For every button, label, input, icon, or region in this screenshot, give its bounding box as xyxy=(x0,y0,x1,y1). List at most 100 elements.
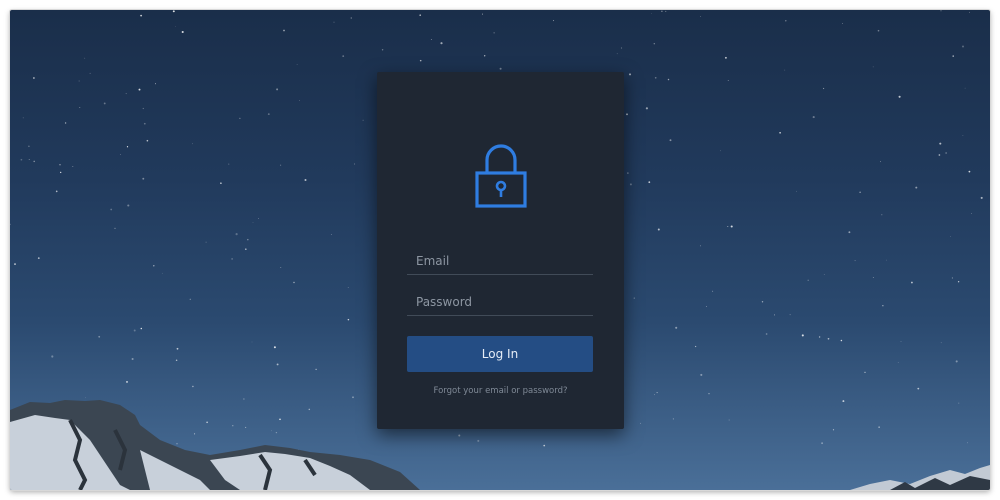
star xyxy=(189,298,191,300)
star xyxy=(142,107,144,110)
star xyxy=(727,80,729,81)
star xyxy=(330,234,332,235)
star xyxy=(940,10,942,12)
star xyxy=(667,78,670,81)
star xyxy=(308,408,311,411)
star xyxy=(629,183,632,186)
star xyxy=(244,248,247,251)
star xyxy=(176,347,179,350)
star xyxy=(37,257,40,259)
star xyxy=(807,279,809,282)
login-card: Log In Forgot your email or password? xyxy=(377,72,624,429)
star xyxy=(133,329,136,332)
star xyxy=(823,87,825,90)
star xyxy=(645,107,648,110)
star xyxy=(832,429,835,431)
star xyxy=(654,76,657,79)
star xyxy=(730,225,733,228)
star xyxy=(98,335,101,338)
star xyxy=(140,14,143,17)
star xyxy=(296,64,298,65)
star xyxy=(59,164,61,166)
star xyxy=(354,163,356,165)
star xyxy=(176,443,178,445)
star xyxy=(656,392,658,394)
star xyxy=(276,88,279,91)
star xyxy=(980,196,983,199)
star xyxy=(78,80,80,82)
star xyxy=(779,131,781,134)
star xyxy=(499,67,502,70)
star xyxy=(949,236,951,237)
star xyxy=(146,139,149,142)
star xyxy=(20,158,23,161)
star xyxy=(350,17,352,19)
star xyxy=(616,53,618,55)
star xyxy=(72,166,74,167)
star xyxy=(665,10,667,12)
star xyxy=(728,419,730,421)
star xyxy=(315,368,317,371)
star xyxy=(239,117,241,119)
star xyxy=(299,100,300,101)
login-button[interactable]: Log In xyxy=(407,336,593,372)
star xyxy=(938,154,941,156)
star xyxy=(298,449,299,450)
star xyxy=(280,267,282,269)
email-field[interactable] xyxy=(407,241,593,275)
star xyxy=(140,327,143,330)
star xyxy=(347,318,350,321)
star xyxy=(493,32,495,34)
star xyxy=(205,241,207,243)
star xyxy=(882,305,884,307)
star xyxy=(653,394,655,396)
star xyxy=(127,204,130,207)
star xyxy=(138,88,141,91)
star xyxy=(878,426,880,428)
star xyxy=(962,135,964,136)
star xyxy=(969,11,970,13)
star xyxy=(232,425,234,427)
star xyxy=(220,182,222,185)
star xyxy=(458,434,461,437)
star xyxy=(633,297,635,299)
star xyxy=(482,13,483,15)
star xyxy=(276,363,279,366)
star xyxy=(85,397,86,399)
star xyxy=(966,442,969,444)
star xyxy=(228,163,230,165)
background-scene: Log In Forgot your email or password? xyxy=(10,10,990,490)
star xyxy=(174,26,176,27)
star xyxy=(55,190,58,193)
star xyxy=(304,178,307,182)
star xyxy=(79,107,81,109)
star xyxy=(917,387,920,390)
forgot-credentials-link[interactable]: Forgot your email or password? xyxy=(377,386,624,396)
star xyxy=(900,340,902,342)
star xyxy=(60,171,62,174)
star xyxy=(854,260,856,262)
star xyxy=(898,95,901,98)
star xyxy=(419,59,422,62)
star xyxy=(801,334,804,337)
star xyxy=(440,42,443,45)
star xyxy=(33,160,35,163)
star xyxy=(28,145,30,148)
star xyxy=(840,339,843,342)
star xyxy=(175,359,178,361)
star xyxy=(627,172,629,174)
star xyxy=(10,223,11,226)
star xyxy=(110,208,113,211)
star xyxy=(877,29,880,32)
star xyxy=(552,20,555,22)
star xyxy=(964,87,966,89)
star xyxy=(192,385,194,388)
star xyxy=(661,10,663,12)
star xyxy=(22,117,24,119)
star xyxy=(640,422,641,424)
star xyxy=(362,119,364,121)
star xyxy=(940,342,942,344)
star xyxy=(842,23,844,25)
password-field[interactable] xyxy=(407,282,593,316)
star xyxy=(705,306,707,307)
